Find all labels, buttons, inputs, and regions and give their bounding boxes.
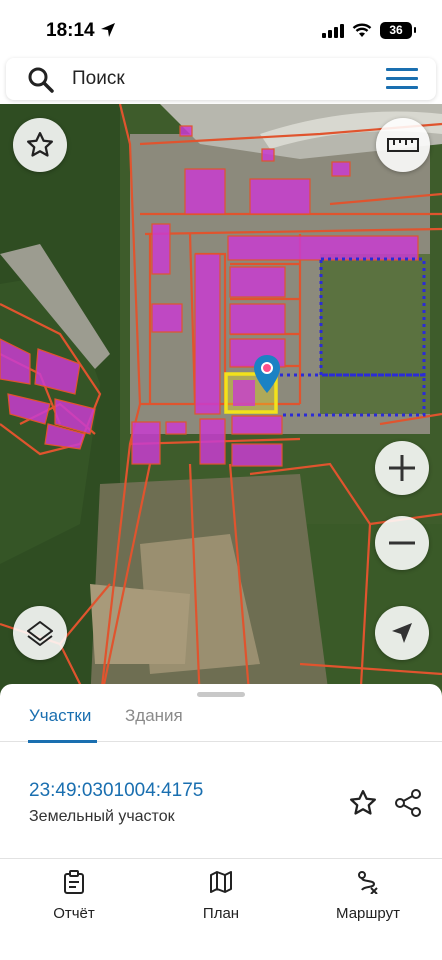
sheet-tabs: Участки Здания <box>0 698 442 743</box>
search-bar[interactable]: Поиск <box>6 58 436 100</box>
satellite-map[interactable] <box>0 104 442 704</box>
hamburger-menu-icon[interactable] <box>386 68 418 90</box>
sheet-drag-handle[interactable] <box>197 692 245 697</box>
my-location-button[interactable] <box>375 606 429 660</box>
plus-icon <box>389 455 415 481</box>
plan-label: План <box>202 905 240 922</box>
status-indicators: 36 <box>322 22 416 39</box>
tab-parcels[interactable]: Участки <box>29 706 91 726</box>
plan-button[interactable]: План <box>195 870 247 922</box>
ruler-button[interactable] <box>376 118 430 172</box>
search-input[interactable]: Поиск <box>72 68 125 90</box>
signal-icon <box>322 23 344 38</box>
report-label: Отчёт <box>53 905 95 922</box>
divider <box>0 858 442 859</box>
zoom-in-button[interactable] <box>375 441 429 495</box>
parcel-type-label: Земельный участок <box>29 808 175 825</box>
navigation-arrow-icon <box>392 623 412 643</box>
location-pin-icon[interactable] <box>253 354 281 394</box>
clipboard-icon <box>64 870 84 894</box>
search-icon <box>28 67 54 93</box>
battery-indicator: 36 <box>380 22 416 39</box>
tab-buildings[interactable]: Здания <box>125 706 183 726</box>
layers-icon <box>27 621 53 646</box>
favorite-map-button[interactable] <box>13 118 67 172</box>
share-button[interactable] <box>393 788 423 823</box>
zoom-out-button[interactable] <box>375 516 429 570</box>
star-outline-icon <box>27 132 53 157</box>
ruler-icon <box>387 138 419 152</box>
share-icon <box>395 789 421 817</box>
report-button[interactable]: Отчёт <box>44 870 104 922</box>
route-button[interactable]: Маршрут <box>330 870 406 922</box>
map-view[interactable] <box>0 104 442 704</box>
location-arrow-icon <box>101 23 115 37</box>
bottom-toolbar: Отчёт План Маршрут <box>0 860 442 960</box>
minus-icon <box>389 541 415 545</box>
layers-button[interactable] <box>13 606 67 660</box>
star-outline-icon <box>350 790 376 815</box>
cadastral-number-link[interactable]: 23:49:0301004:4175 <box>29 780 203 802</box>
route-label: Маршрут <box>336 905 400 922</box>
status-time: 18:14 <box>46 20 95 41</box>
wifi-icon <box>352 23 372 37</box>
map-icon <box>210 871 232 893</box>
favorite-parcel-button[interactable] <box>348 788 378 823</box>
status-bar: 18:14 36 <box>0 0 442 56</box>
route-icon <box>358 871 378 895</box>
active-tab-indicator <box>28 740 97 743</box>
